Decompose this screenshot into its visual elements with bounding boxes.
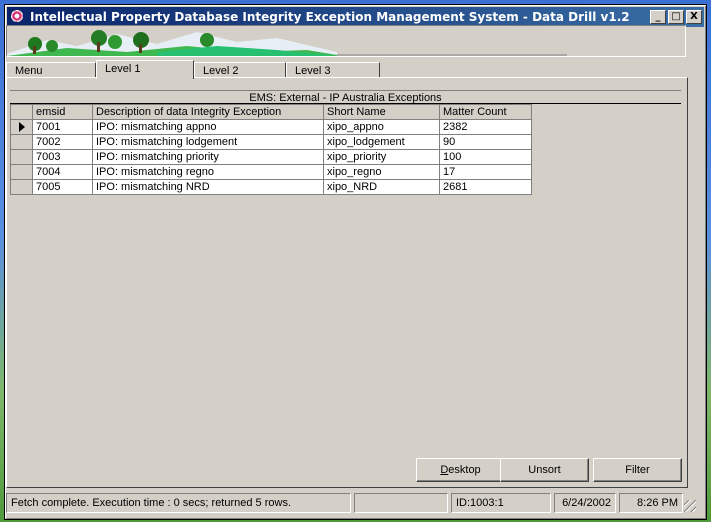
cell-description[interactable]: IPO: mismatching lodgement (92, 134, 324, 150)
grid-header-row: emsid Description of data Integrity Exce… (10, 104, 532, 120)
cell-short-name[interactable]: xipo_regno (323, 164, 440, 180)
cell-short-name[interactable]: xipo_priority (323, 149, 440, 165)
landscape-banner (6, 25, 686, 57)
column-header-matter-count[interactable]: Matter Count (439, 104, 532, 120)
tab-label: Level 1 (105, 63, 141, 75)
tab-label: Level 2 (203, 65, 239, 77)
status-id: ID:1003:1 (451, 493, 551, 513)
table-row[interactable]: 7004 IPO: mismatching regno xipo_regno 17 (10, 164, 532, 180)
column-header-emsid[interactable]: emsid (32, 104, 93, 120)
exceptions-grid[interactable]: emsid Description of data Integrity Exce… (10, 104, 532, 195)
window-title: Intellectual Property Database Integrity… (30, 10, 630, 24)
row-selector[interactable] (10, 119, 33, 135)
column-header-description[interactable]: Description of data Integrity Exception (92, 104, 324, 120)
status-date: 6/24/2002 (554, 493, 616, 513)
close-button[interactable]: X (686, 10, 702, 24)
maximize-button[interactable]: □ (668, 10, 684, 24)
tab-menu[interactable]: Menu (6, 62, 96, 78)
cell-matter-count[interactable]: 2681 (439, 179, 532, 195)
row-selector-header[interactable] (10, 104, 33, 120)
cell-matter-count[interactable]: 2382 (439, 119, 532, 135)
row-selector[interactable] (10, 149, 33, 165)
filter-button[interactable]: Filter (593, 458, 682, 482)
cell-emsid[interactable]: 7001 (32, 119, 93, 135)
minimize-button[interactable]: _ (650, 10, 666, 24)
table-row[interactable]: 7003 IPO: mismatching priority xipo_priori… (10, 149, 532, 165)
status-message: Fetch complete. Execution time : 0 secs;… (6, 493, 351, 513)
cell-matter-count[interactable]: 17 (439, 164, 532, 180)
status-empty-pane (354, 493, 448, 513)
cell-description[interactable]: IPO: mismatching regno (92, 164, 324, 180)
unsort-button[interactable]: Unsort (500, 458, 589, 482)
cell-description[interactable]: IPO: mismatching NRD (92, 179, 324, 195)
row-selector[interactable] (10, 134, 33, 150)
landscape-banner-image (7, 26, 685, 56)
cell-matter-count[interactable]: 90 (439, 134, 532, 150)
resize-grip[interactable] (684, 500, 696, 512)
table-row[interactable]: 7002 IPO: mismatching lodgement xipo_lodge… (10, 134, 532, 150)
cell-emsid[interactable]: 7004 (32, 164, 93, 180)
status-time: 8:26 PM (619, 493, 683, 513)
table-row[interactable]: 7005 IPO: mismatching NRD xipo_NRD 2681 (10, 179, 532, 195)
tab-label: Level 3 (295, 65, 331, 77)
desktop-button[interactable]: Desktop (416, 458, 505, 482)
app-gear-icon (10, 9, 26, 25)
cell-emsid[interactable]: 7002 (32, 134, 93, 150)
cell-short-name[interactable]: xipo_lodgement (323, 134, 440, 150)
cell-short-name[interactable]: xipo_appno (323, 119, 440, 135)
title-bar[interactable]: Intellectual Property Database Integrity… (7, 7, 704, 27)
cell-short-name[interactable]: xipo_NRD (323, 179, 440, 195)
current-row-arrow-icon (18, 122, 25, 133)
tab-level-3[interactable]: Level 3 (286, 62, 380, 78)
tab-level-2[interactable]: Level 2 (194, 62, 286, 78)
status-bar: Fetch complete. Execution time : 0 secs;… (6, 493, 698, 514)
cell-emsid[interactable]: 7005 (32, 179, 93, 195)
grid-caption: EMS: External - IP Australia Exceptions (10, 90, 681, 104)
row-selector[interactable] (10, 164, 33, 180)
desktop-button-label: esktop (448, 464, 481, 476)
table-row[interactable]: 7001 IPO: mismatching appno xipo_appno 2382 (10, 119, 532, 135)
row-selector[interactable] (10, 179, 33, 195)
cell-emsid[interactable]: 7003 (32, 149, 93, 165)
cell-description[interactable]: IPO: mismatching priority (92, 149, 324, 165)
tab-label: Menu (15, 65, 43, 77)
tab-level-1[interactable]: Level 1 (96, 60, 194, 79)
cell-matter-count[interactable]: 100 (439, 149, 532, 165)
column-header-short-name[interactable]: Short Name (323, 104, 440, 120)
cell-description[interactable]: IPO: mismatching appno (92, 119, 324, 135)
